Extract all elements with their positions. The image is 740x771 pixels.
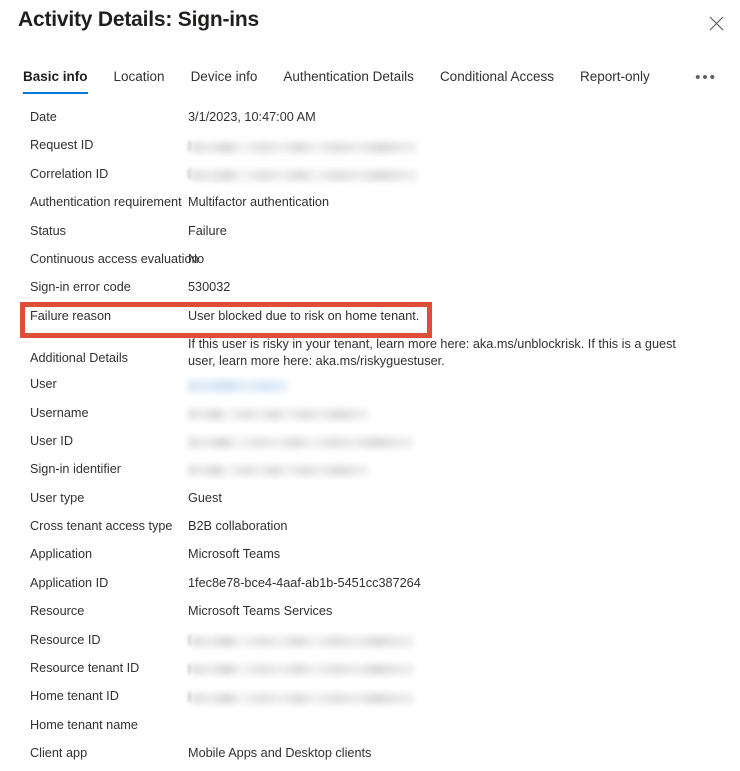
detail-row-label: Home tenant ID (30, 689, 119, 704)
tab-report-only[interactable]: Report-only (567, 68, 663, 94)
detail-row-label: User (30, 377, 57, 392)
detail-row-value-redacted[interactable] (188, 376, 740, 392)
detail-row-value: No (188, 251, 205, 266)
detail-row: Date 3/1/2023, 10:47:00 AM (0, 106, 740, 134)
detail-row-value: 530032 (188, 280, 231, 295)
detail-row-value: Guest (188, 490, 222, 505)
detail-row: Resource ID (0, 629, 740, 657)
detail-row: Status Failure (0, 220, 740, 248)
detail-row-value: B2B collaboration (188, 519, 288, 534)
activity-details-panel: Activity Details: Sign-ins Basic info Loc… (0, 0, 740, 769)
detail-row: Client app Mobile Apps and Desktop client… (0, 742, 740, 770)
redaction-bar (192, 664, 414, 676)
tab-list: Basic info Location Device info Authenticat… (18, 68, 663, 94)
detail-row: Authentication requirement Multifactor au… (0, 191, 740, 219)
detail-row-label: Authentication requirement (30, 195, 182, 210)
detail-row: Correlation ID (0, 163, 740, 191)
detail-row: User type Guest (0, 487, 740, 515)
detail-row-value-redacted (188, 660, 740, 676)
detail-row-label: Additional Details (30, 351, 129, 366)
detail-row: Sign-in error code 530032 (0, 276, 740, 304)
detail-row: Sign-in identifier (0, 458, 740, 486)
detail-row-value-redacted (188, 405, 740, 421)
detail-row: Cross tenant access type B2B collaboratio… (0, 515, 740, 543)
detail-row-label: Sign-in error code (30, 280, 131, 295)
detail-row-label: Client app (30, 746, 88, 761)
detail-row-label: Username (30, 405, 89, 420)
close-button[interactable] (700, 7, 732, 39)
detail-row: Home tenant name (0, 714, 740, 742)
detail-row: User (0, 373, 740, 401)
detail-row-label: Continuous access evaluation (30, 251, 199, 266)
detail-row-value-redacted (188, 632, 740, 648)
detail-row-value-redacted (188, 688, 740, 704)
detail-row: Username (0, 402, 740, 430)
detail-row: Failure reason User blocked due to risk o… (0, 305, 740, 333)
redaction-lead-mark (188, 169, 191, 180)
tab-device-info[interactable]: Device info (178, 68, 271, 94)
redaction-lead-mark (188, 141, 191, 152)
detail-row-label: Correlation ID (30, 166, 109, 181)
detail-row-value-redacted (188, 137, 740, 153)
detail-row-value: Multifactor authentication (188, 195, 330, 210)
panel-header: Activity Details: Sign-ins (0, 0, 740, 56)
detail-row-value: User blocked due to risk on home tenant. (188, 308, 420, 323)
detail-row: Resource tenant ID (0, 657, 740, 685)
detail-row-label: User type (30, 490, 85, 505)
redaction-bar (188, 437, 413, 449)
detail-row: Application ID 1fec8e78-bce4-4aaf-ab1b-54… (0, 572, 740, 600)
detail-row-value: Microsoft Teams Services (188, 604, 333, 619)
detail-row-label: User ID (30, 433, 73, 448)
close-icon (709, 16, 724, 31)
tab-overflow-button[interactable]: ••• (690, 65, 722, 89)
detail-row: Home tenant ID (0, 685, 740, 713)
redaction-lead-mark (188, 635, 191, 646)
detail-row-value: Mobile Apps and Desktop clients (188, 746, 372, 761)
detail-row: User ID (0, 430, 740, 458)
redaction-bar (192, 635, 414, 647)
detail-row-value: 3/1/2023, 10:47:00 AM (188, 110, 316, 124)
detail-row-label: Application ID (30, 575, 109, 590)
detail-row-value-redacted (188, 166, 740, 182)
detail-row-value-redacted (188, 433, 740, 449)
page-title: Activity Details: Sign-ins (18, 8, 260, 31)
detail-row-value: If this user is risky in your tenant, le… (188, 337, 676, 369)
detail-row: Continuous access evaluation No (0, 248, 740, 276)
detail-row-value: Microsoft Teams (188, 547, 281, 562)
detail-row-label: Failure reason (30, 308, 112, 323)
detail-row-label: Application (30, 547, 93, 562)
detail-row: Additional Details If this user is risky … (0, 333, 740, 373)
detail-row-label: Request ID (30, 138, 94, 153)
redaction-lead-mark (188, 663, 191, 674)
detail-row-value-redacted (188, 461, 740, 477)
redaction-lead-mark (188, 692, 191, 703)
redaction-bar (192, 169, 417, 181)
detail-row-label: Resource (30, 604, 85, 619)
detail-row-label: Cross tenant access type (30, 519, 173, 534)
tab-basic-info[interactable]: Basic info (18, 68, 101, 94)
tab-authentication-details[interactable]: Authentication Details (270, 68, 427, 94)
redaction-bar (192, 692, 414, 704)
tab-location[interactable]: Location (101, 68, 178, 94)
detail-row-label: Resource tenant ID (30, 661, 140, 676)
tab-conditional-access[interactable]: Conditional Access (427, 68, 567, 94)
detail-row-label: Home tenant name (30, 717, 138, 732)
detail-row-value: Failure (188, 223, 227, 238)
redaction-bar (192, 141, 417, 153)
detail-row: Resource Microsoft Teams Services (0, 600, 740, 628)
detail-row-label: Sign-in identifier (30, 462, 121, 477)
detail-row-label: Resource ID (30, 632, 101, 647)
detail-row-label: Status (30, 223, 66, 238)
details-list: Date 3/1/2023, 10:47:00 AM Request ID Corre… (0, 106, 740, 769)
detail-row: Request ID (0, 134, 740, 162)
redaction-bar (188, 379, 288, 392)
redaction-bar (188, 408, 368, 420)
detail-row-label: Date (30, 110, 57, 124)
detail-row: Application Microsoft Teams (0, 543, 740, 571)
redaction-bar (188, 465, 368, 477)
detail-row-value: 1fec8e78-bce4-4aaf-ab1b-5451cc387264 (188, 575, 421, 590)
tab-bar: Basic info Location Device info Authenticat… (0, 68, 740, 98)
